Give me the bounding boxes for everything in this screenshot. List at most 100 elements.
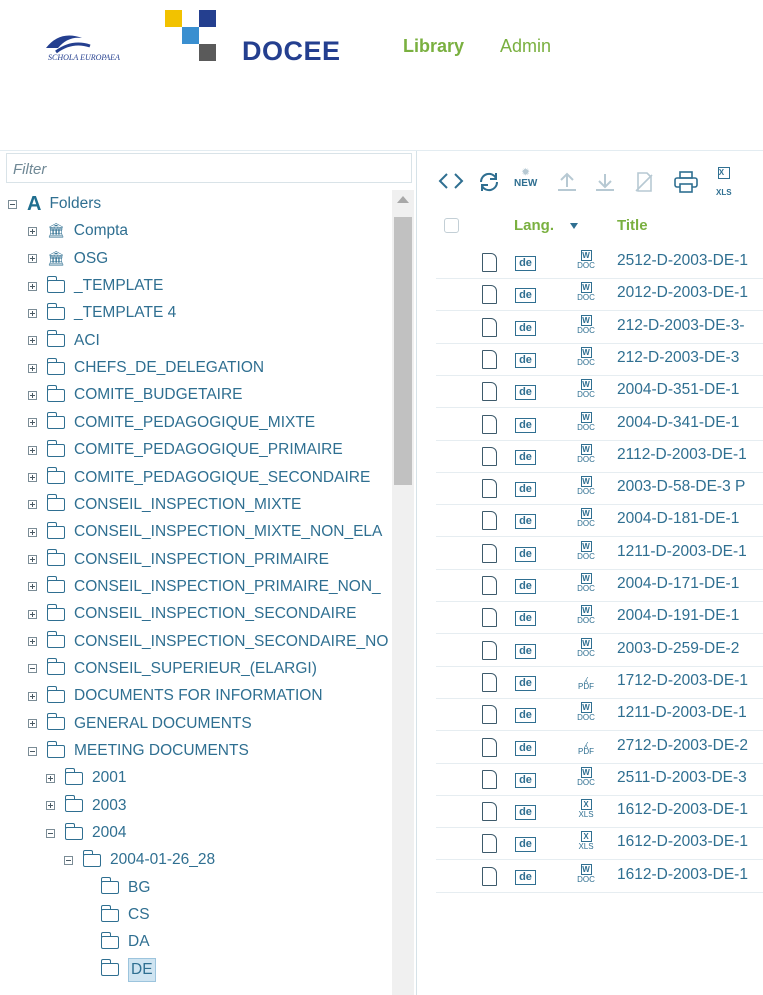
tree-scrollbar[interactable]	[392, 190, 414, 995]
print-icon[interactable]	[673, 171, 699, 198]
document-title[interactable]: 1612-D-2003-DE-1	[617, 833, 748, 851]
scroll-up-arrow-icon[interactable]	[397, 196, 409, 203]
expand-icon[interactable]	[28, 254, 37, 264]
unlink-icon[interactable]	[632, 171, 656, 198]
expand-icon[interactable]	[28, 281, 37, 291]
document-icon[interactable]	[482, 608, 497, 628]
expand-icon[interactable]	[28, 691, 37, 701]
document-icon[interactable]	[482, 285, 497, 305]
tree-node[interactable]: DOCUMENTS FOR INFORMATION	[28, 683, 323, 709]
document-icon[interactable]	[482, 349, 497, 369]
document-title[interactable]: 2004-D-341-DE-1	[617, 414, 739, 432]
document-title[interactable]: 212-D-2003-DE-3	[617, 349, 739, 367]
scroll-thumb[interactable]	[394, 217, 412, 485]
tree-node[interactable]: CONSEIL_INSPECTION_PRIMAIRE	[28, 547, 329, 573]
table-row[interactable]: de W DOC 2112-D-2003-DE-1	[436, 440, 763, 473]
table-row[interactable]: de W DOC 2004-D-191-DE-1	[436, 601, 763, 635]
table-row[interactable]: de W DOC 2004-D-181-DE-1	[436, 504, 763, 538]
title-column-header[interactable]: Title	[617, 217, 648, 234]
expand-icon[interactable]	[28, 555, 37, 565]
document-title[interactable]: 1712-D-2003-DE-1	[617, 672, 748, 690]
table-row[interactable]: de X XLS 1612-D-2003-DE-1	[436, 795, 763, 829]
document-icon[interactable]	[482, 446, 497, 466]
table-row[interactable]: de W DOC 2003-D-259-DE-2	[436, 634, 763, 667]
expand-icon[interactable]	[28, 609, 37, 619]
tree-node[interactable]: CONSEIL_SUPERIEUR_(ELARGI)	[28, 656, 317, 682]
tree-node[interactable]: DA	[82, 929, 150, 955]
schola-europaea-logo[interactable]: SCHOLA EUROPAEA	[38, 26, 142, 66]
tree-node[interactable]: GENERAL DOCUMENTS	[28, 711, 252, 737]
document-title[interactable]: 1612-D-2003-DE-1	[617, 866, 748, 884]
tree-node[interactable]: COMITE_BUDGETAIRE	[28, 382, 243, 408]
table-row[interactable]: de W DOC 1211-D-2003-DE-1	[436, 537, 763, 570]
document-title[interactable]: 2004-D-191-DE-1	[617, 607, 739, 625]
document-title[interactable]: 1211-D-2003-DE-1	[617, 704, 747, 722]
expand-icon[interactable]	[46, 773, 55, 783]
tree-node[interactable]: 2001	[46, 765, 126, 791]
download-icon[interactable]	[593, 171, 617, 198]
document-title[interactable]: 2004-D-171-DE-1	[617, 575, 739, 593]
document-title[interactable]: 1612-D-2003-DE-1	[617, 801, 748, 819]
document-title[interactable]: 2004-D-181-DE-1	[617, 510, 739, 528]
expand-icon[interactable]	[28, 527, 37, 537]
table-row[interactable]: de W DOC 2512-D-2003-DE-1	[436, 246, 763, 279]
tree-node[interactable]: CONSEIL_INSPECTION_SECONDAIRE	[28, 601, 357, 627]
document-title[interactable]: 1211-D-2003-DE-1	[617, 543, 747, 561]
collapse-icon[interactable]	[64, 855, 73, 865]
tree-node[interactable]: CHEFS_DE_DELEGATION	[28, 355, 264, 381]
document-icon[interactable]	[482, 802, 497, 822]
tree-node[interactable]: 2004	[46, 820, 126, 846]
tree-node[interactable]: 🏛 OSG	[28, 246, 108, 272]
tree-node[interactable]: DE	[82, 957, 156, 983]
table-row[interactable]: de W DOC 2004-D-171-DE-1	[436, 569, 763, 602]
table-row[interactable]: de ⁁ PDF 1712-D-2003-DE-1	[436, 666, 763, 699]
tree-node[interactable]: 2004-01-26_28	[64, 847, 215, 873]
tree-node[interactable]: A Folders	[8, 191, 101, 217]
tree-node[interactable]: _TEMPLATE 4	[28, 300, 176, 326]
expand-icon[interactable]	[28, 719, 37, 729]
table-row[interactable]: de W DOC 1211-D-2003-DE-1	[436, 698, 763, 732]
nav-admin[interactable]: Admin	[500, 36, 551, 57]
tree-node[interactable]: 2003	[46, 793, 126, 819]
expand-icon[interactable]	[28, 418, 37, 428]
document-icon[interactable]	[482, 382, 497, 402]
tree-node[interactable]: COMITE_PEDAGOGIQUE_SECONDAIRE	[28, 465, 370, 491]
document-icon[interactable]	[482, 511, 497, 531]
document-icon[interactable]	[482, 414, 497, 434]
document-icon[interactable]	[482, 672, 497, 692]
tree-node[interactable]: COMITE_PEDAGOGIQUE_PRIMAIRE	[28, 437, 343, 463]
expand-icon[interactable]	[28, 336, 37, 346]
collapse-icon[interactable]	[46, 828, 55, 838]
document-title[interactable]: 2512-D-2003-DE-1	[617, 252, 748, 270]
collapse-icon[interactable]	[8, 199, 17, 209]
table-row[interactable]: de W DOC 1612-D-2003-DE-1	[436, 860, 763, 893]
expand-icon[interactable]	[28, 390, 37, 400]
new-icon[interactable]: ✹ NEW	[514, 167, 537, 189]
tree-node[interactable]: BG	[82, 875, 150, 901]
tree-node[interactable]: MEETING DOCUMENTS	[28, 738, 249, 764]
expand-icon[interactable]	[28, 308, 37, 318]
document-title[interactable]: 2012-D-2003-DE-1	[617, 284, 748, 302]
expand-icon[interactable]	[28, 500, 37, 510]
document-title[interactable]: 2112-D-2003-DE-1	[617, 446, 747, 464]
document-title[interactable]: 2004-D-351-DE-1	[617, 381, 739, 399]
collapse-icon[interactable]	[28, 746, 37, 756]
table-row[interactable]: de W DOC 2511-D-2003-DE-3	[436, 763, 763, 796]
document-icon[interactable]	[482, 866, 497, 886]
document-icon[interactable]	[482, 737, 497, 757]
table-row[interactable]: de ⁁ PDF 2712-D-2003-DE-2	[436, 731, 763, 764]
table-row[interactable]: de W DOC 2012-D-2003-DE-1	[436, 278, 763, 312]
document-title[interactable]: 2511-D-2003-DE-3	[617, 769, 747, 787]
tree-node[interactable]: CS	[82, 902, 150, 928]
table-row[interactable]: de W DOC 2003-D-58-DE-3 P	[436, 472, 763, 506]
document-title[interactable]: 2003-D-58-DE-3 P	[617, 478, 745, 496]
tree-node[interactable]: ACI	[28, 328, 100, 354]
filter-input[interactable]: Filter	[6, 153, 412, 183]
lang-column-header[interactable]: Lang.	[514, 217, 554, 234]
document-icon[interactable]	[482, 705, 497, 725]
document-icon[interactable]	[482, 479, 497, 499]
expand-icon[interactable]	[28, 445, 37, 455]
sort-desc-icon[interactable]	[570, 223, 578, 229]
tree-node[interactable]: _TEMPLATE	[28, 273, 163, 299]
expand-icon[interactable]	[28, 226, 37, 236]
